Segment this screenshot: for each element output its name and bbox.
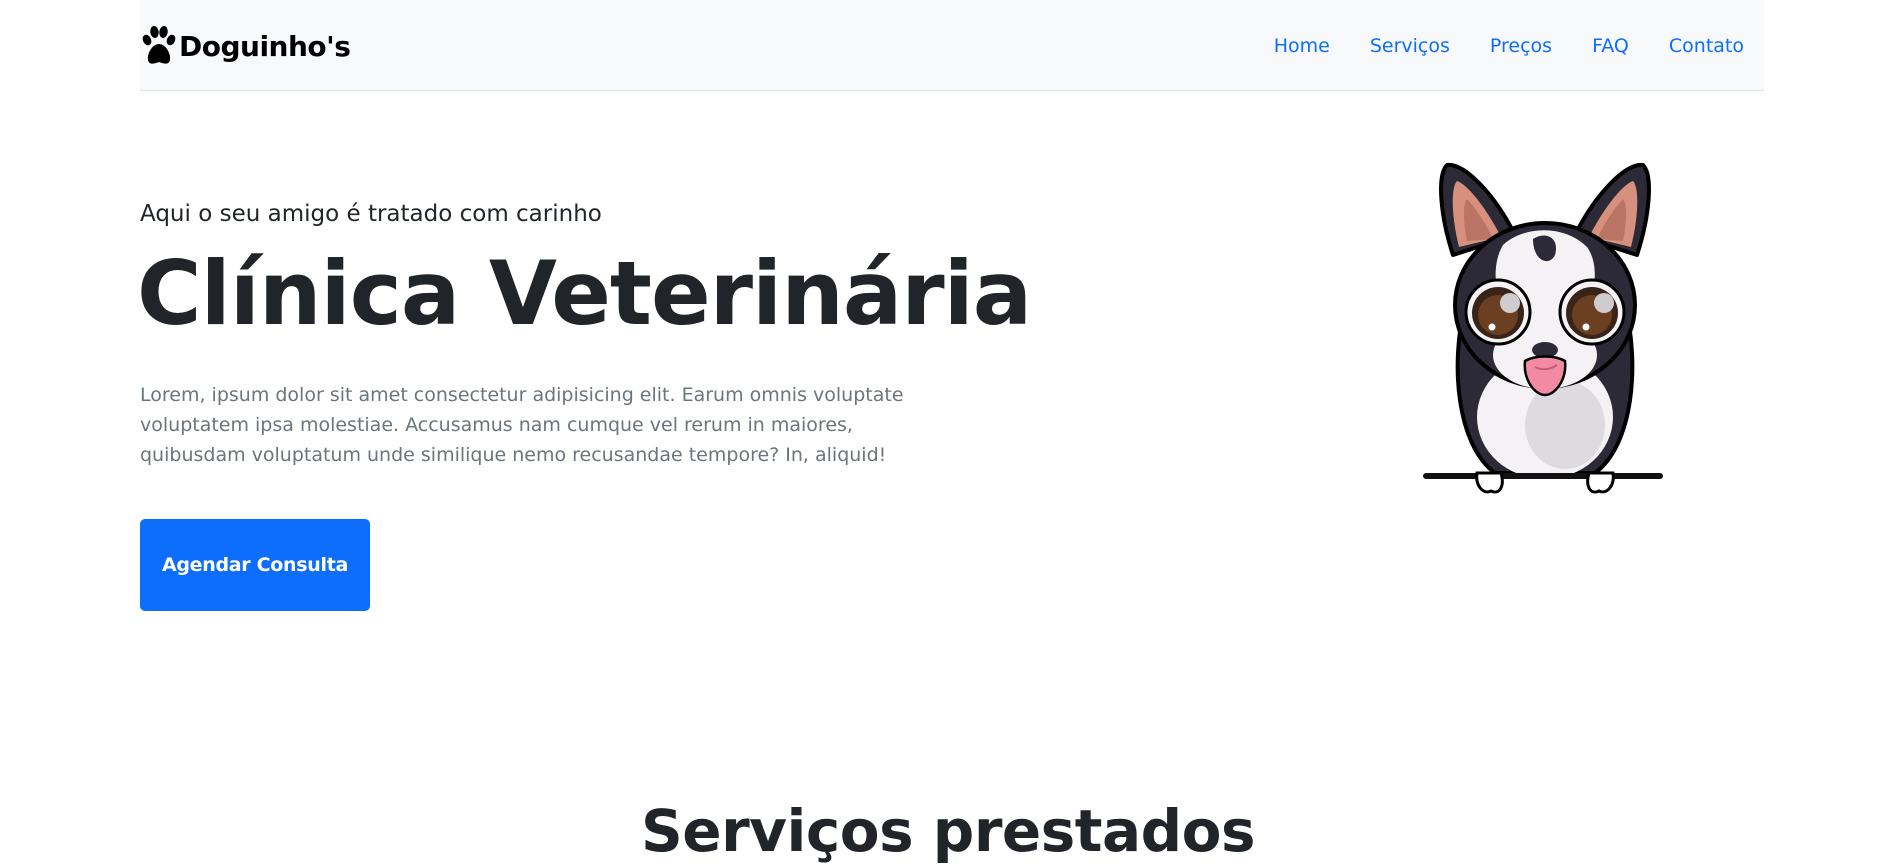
nav-links: Home Serviços Preços FAQ Contato (1234, 0, 1744, 91)
navbar: Doguinho's Home Serviços Preços FAQ Cont… (140, 0, 1764, 91)
hero-description: Lorem, ipsum dolor sit amet consectetur … (140, 384, 904, 466)
nav-link-faq[interactable]: FAQ (1592, 35, 1629, 57)
brand-name: Doguinho's (179, 29, 351, 63)
hero-tagline: Aqui o seu amigo é tratado com carinho (140, 201, 602, 227)
schedule-appointment-button[interactable]: Agendar Consulta (140, 519, 370, 611)
brand-link[interactable]: Doguinho's (142, 24, 351, 68)
dog-illustration (1423, 162, 1663, 494)
nav-link-servicos[interactable]: Serviços (1370, 35, 1450, 57)
services-section-title: Serviços prestados (640, 797, 1256, 865)
hero-title: Clínica Veterinária (137, 242, 1032, 345)
nav-link-home[interactable]: Home (1274, 35, 1330, 57)
nav-link-contato[interactable]: Contato (1669, 35, 1744, 57)
nav-link-precos[interactable]: Preços (1490, 35, 1552, 57)
paw-icon (142, 26, 176, 64)
